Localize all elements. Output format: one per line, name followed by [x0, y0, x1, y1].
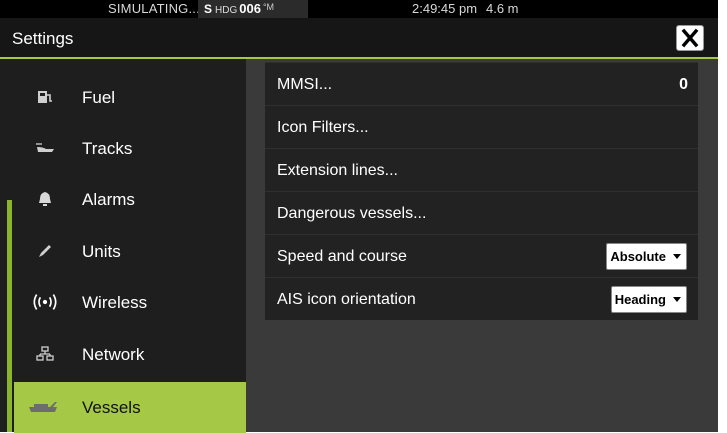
sidebar-item-label: Fuel [82, 88, 116, 107]
ais-orientation-value: Heading [614, 292, 666, 307]
icon-filters-label: Icon Filters... [277, 119, 369, 136]
title-bar: Settings [0, 18, 718, 59]
sidebar-item-network[interactable]: Network [14, 329, 246, 380]
chevron-down-icon [673, 297, 681, 302]
mmsi-row[interactable]: MMSI... 0 [265, 62, 698, 105]
ais-orientation-row: AIS icon orientation Heading [265, 277, 698, 320]
vessels-settings-panel: MMSI... 0 Icon Filters... Extension line… [246, 59, 718, 432]
heading-unit: °M [262, 2, 275, 12]
sidebar-item-units[interactable]: Units [14, 226, 246, 277]
sidebar-scrollbar[interactable] [7, 200, 12, 432]
speed-course-value: Absolute [610, 249, 666, 264]
speed-course-row: Speed and course Absolute [265, 234, 698, 277]
sidebar-item-label: Tracks [82, 139, 133, 158]
sidebar-item-label: Alarms [82, 190, 135, 209]
speed-course-label: Speed and course [277, 248, 407, 265]
simulating-status: SIMULATING... [108, 1, 200, 16]
extension-lines-row[interactable]: Extension lines... [265, 148, 698, 191]
vessel-icon [28, 395, 64, 419]
icon-filters-row[interactable]: Icon Filters... [265, 105, 698, 148]
mmsi-value: 0 [679, 76, 688, 93]
heading-value: 006 [239, 1, 261, 16]
depth-readout: 4.6 m [486, 1, 519, 16]
network-icon [32, 342, 58, 366]
status-bar: SIMULATING... S HDG 006 °M 2:49:45 pm 4.6 m [0, 0, 718, 18]
chevron-down-icon [673, 254, 681, 259]
wireless-icon [32, 290, 58, 314]
heading-readout: S HDG 006 °M [198, 0, 308, 18]
sidebar-item-label: Wireless [82, 293, 148, 312]
app-window: SIMULATING... S HDG 006 °M 2:49:45 pm 4.6 m… [0, 0, 718, 433]
page-title: Settings [12, 29, 74, 48]
sidebar-item-label: Units [82, 242, 121, 261]
mmsi-label: MMSI... [277, 76, 333, 93]
extension-lines-label: Extension lines... [277, 162, 398, 179]
close-button[interactable] [676, 25, 704, 51]
heading-label: HDG [215, 5, 238, 16]
sidebar-item-tracks[interactable]: Tracks [14, 123, 246, 174]
track-trail-icon [32, 136, 58, 160]
clock-time: 2:49:45 pm [412, 1, 478, 16]
sidebar-item-vessels[interactable]: Vessels [14, 382, 246, 433]
pencil-icon [32, 239, 58, 263]
dangerous-vessels-label: Dangerous vessels... [277, 205, 427, 222]
sidebar-item-fuel[interactable]: Fuel [14, 72, 246, 123]
dangerous-vessels-row[interactable]: Dangerous vessels... [265, 191, 698, 234]
settings-sidebar: Fuel Tracks Alarms Units Wireless Networ… [0, 59, 246, 433]
ais-orientation-label: AIS icon orientation [277, 291, 416, 308]
heading-prefix: S [204, 2, 213, 16]
fuel-pump-icon [32, 85, 58, 109]
sidebar-item-wireless[interactable]: Wireless [14, 277, 246, 328]
bell-icon [32, 187, 58, 211]
sidebar-item-label: Network [82, 345, 145, 364]
sidebar-item-alarms[interactable]: Alarms [14, 174, 246, 225]
speed-course-dropdown[interactable]: Absolute [606, 243, 687, 270]
sidebar-item-label: Vessels [82, 398, 141, 417]
close-icon [681, 28, 699, 48]
ais-orientation-dropdown[interactable]: Heading [610, 286, 687, 313]
